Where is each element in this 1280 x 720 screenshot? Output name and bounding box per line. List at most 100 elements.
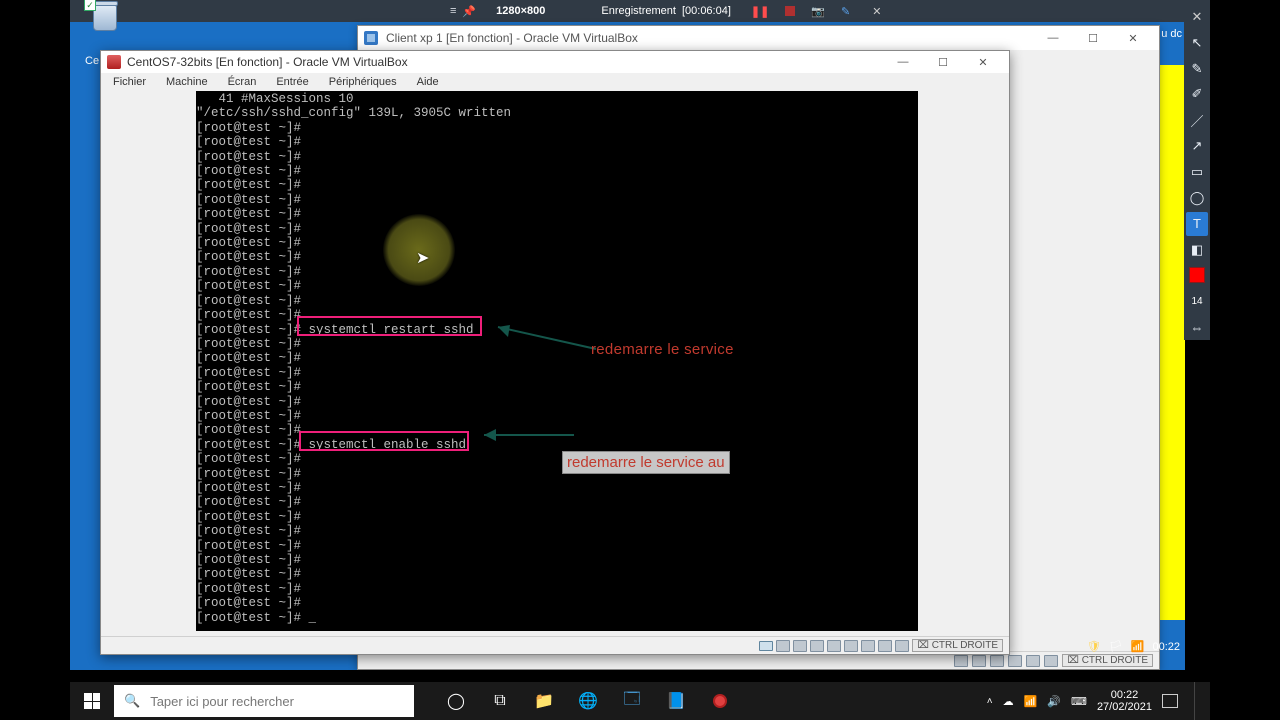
- display-icon: [861, 640, 875, 652]
- status-icon: [1044, 655, 1058, 667]
- minimize-button[interactable]: —: [1033, 27, 1073, 49]
- host-key-indicator: ⌧ CTRL DROITE: [1062, 654, 1153, 667]
- minimize-button[interactable]: —: [883, 51, 923, 73]
- notifications-icon[interactable]: [1162, 694, 1178, 708]
- cpu-icon: [895, 640, 909, 652]
- desktop-icon-partial: Ce: [85, 55, 99, 67]
- maximize-button[interactable]: ☐: [923, 51, 963, 73]
- search-box[interactable]: 🔍 Taper ici pour rechercher: [114, 685, 414, 717]
- clock-label: 00:22: [1152, 641, 1180, 653]
- cortana-icon[interactable]: ◯: [434, 682, 478, 720]
- rectangle-tool-icon[interactable]: ▭: [1186, 160, 1208, 184]
- virtualbox-window-centos[interactable]: CentOS7-32bits [En fonction] - Oracle VM…: [100, 50, 1010, 655]
- close-button[interactable]: ✕: [963, 51, 1003, 73]
- text-tool-icon[interactable]: T: [1186, 212, 1208, 236]
- window-title: Client xp 1 [En fonction] - Oracle VM Vi…: [386, 31, 638, 45]
- recording-label: Enregistrement: [601, 5, 676, 17]
- file-explorer-icon[interactable]: 📁: [522, 682, 566, 720]
- clock[interactable]: 00:22 27/02/2021: [1097, 689, 1152, 713]
- stop-icon[interactable]: [785, 6, 795, 16]
- screen-recorder-bar: ≡ 📌 1280×800 Enregistrement [00:06:04] ❚…: [70, 0, 1186, 22]
- guest-tray: 🛡 🏳 📶 00:22: [1087, 640, 1180, 653]
- annotation-text-1: redemarre le service: [591, 341, 734, 358]
- color-swatch[interactable]: [1186, 263, 1208, 287]
- status-icon: [1026, 655, 1040, 667]
- menu-machine[interactable]: Machine: [158, 75, 216, 89]
- status-icon: [972, 655, 986, 667]
- arrow-icon: [474, 421, 584, 451]
- app-icon[interactable]: 📘: [654, 682, 698, 720]
- pen-tool-icon[interactable]: ✎: [1186, 57, 1208, 81]
- task-view-icon[interactable]: ⧉: [478, 682, 522, 720]
- audio-icon: [793, 640, 807, 652]
- search-icon: 🔍: [124, 693, 140, 709]
- windows-logo-icon: [84, 693, 100, 709]
- ellipse-tool-icon[interactable]: ◯: [1186, 186, 1208, 210]
- terminal[interactable]: 41 #MaxSessions 10 "/etc/ssh/sshd_config…: [196, 91, 918, 631]
- vm-menubar[interactable]: Fichier Machine Écran Entrée Périphériqu…: [101, 73, 1009, 91]
- expand-tool-icon[interactable]: ⇔: [1186, 315, 1208, 339]
- virtualbox-icon: [107, 55, 121, 69]
- annotation-box-cmd2: [299, 431, 469, 451]
- tool-close-icon[interactable]: ✕: [1186, 5, 1208, 29]
- eraser-tool-icon[interactable]: ◧: [1186, 238, 1208, 262]
- cursor-icon: ➤: [416, 248, 429, 268]
- status-icon: [1008, 655, 1022, 667]
- flag-icon: 🏳: [1109, 640, 1123, 653]
- windows-taskbar[interactable]: 🔍 Taper ici pour rechercher ◯ ⧉ 📁 🌐 🗔 📘 …: [70, 682, 1210, 720]
- highlighter-tool-icon[interactable]: ✐: [1186, 83, 1208, 107]
- arrow-tool-icon[interactable]: ↗: [1186, 134, 1208, 158]
- titlebar[interactable]: CentOS7-32bits [En fonction] - Oracle VM…: [101, 51, 1009, 73]
- resolution-label: 1280×800: [496, 5, 545, 17]
- recycle-bin-icon[interactable]: ✓: [90, 5, 120, 43]
- titlebar[interactable]: Client xp 1 [En fonction] - Oracle VM Vi…: [358, 26, 1159, 50]
- line-tool-icon[interactable]: ／: [1186, 108, 1208, 132]
- maximize-button[interactable]: ☐: [1073, 27, 1113, 49]
- vm-status-bar: ⌧ CTRL DROITE: [101, 636, 1009, 654]
- menu-help[interactable]: Aide: [409, 75, 447, 89]
- status-icon: [990, 655, 1004, 667]
- annotation-box-cmd1: [297, 316, 482, 336]
- network-icon: 📶: [1131, 640, 1145, 653]
- menu-input[interactable]: Entrée: [268, 75, 316, 89]
- network-icon[interactable]: 📶: [1024, 695, 1038, 708]
- language-icon[interactable]: ⌨: [1071, 695, 1087, 708]
- hamburger-icon[interactable]: ≡: [450, 5, 456, 17]
- desktop-icon-partial-right: u dc: [1161, 28, 1182, 40]
- arrow-icon: [486, 321, 606, 361]
- close-button[interactable]: ✕: [1113, 27, 1153, 49]
- pin-icon[interactable]: 📌: [462, 5, 476, 18]
- close-icon[interactable]: ✕: [872, 5, 881, 18]
- hard-disk-icon: [759, 641, 773, 651]
- pause-icon[interactable]: ❚❚: [751, 5, 769, 18]
- browser-icon[interactable]: 🌐: [566, 682, 610, 720]
- search-placeholder: Taper ici pour rechercher: [150, 694, 294, 709]
- draw-icon[interactable]: ✎: [841, 5, 850, 18]
- optical-icon: [776, 640, 790, 652]
- menu-devices[interactable]: Périphériques: [321, 75, 405, 89]
- system-tray[interactable]: ˄ ☁ 📶 🔊 ⌨ 00:22 27/02/2021: [987, 682, 1210, 720]
- tray-overflow-icon[interactable]: ˄: [987, 696, 993, 707]
- cursor-tool-icon[interactable]: ↖: [1186, 31, 1208, 55]
- host-key-indicator: ⌧ CTRL DROITE: [912, 639, 1003, 652]
- sound-icon[interactable]: 🔊: [1047, 695, 1061, 708]
- recorder-app-icon[interactable]: [698, 682, 742, 720]
- size-value[interactable]: 14: [1186, 289, 1208, 313]
- screenshot-icon[interactable]: 📷: [811, 5, 825, 18]
- annotation-text-2: redemarre le service au: [562, 451, 730, 474]
- start-button[interactable]: [70, 682, 114, 720]
- show-desktop-button[interactable]: [1194, 682, 1200, 720]
- app-icon[interactable]: 🗔: [610, 682, 654, 720]
- recording-icon: [878, 640, 892, 652]
- onedrive-icon[interactable]: ☁: [1003, 695, 1014, 708]
- time-label: 00:22: [1097, 689, 1152, 701]
- menu-file[interactable]: Fichier: [105, 75, 154, 89]
- virtualbox-icon: [364, 31, 378, 45]
- menu-screen[interactable]: Écran: [220, 75, 265, 89]
- status-icon: [954, 655, 968, 667]
- network-icon: [810, 640, 824, 652]
- annotation-toolbar[interactable]: ✕ ↖ ✎ ✐ ／ ↗ ▭ ◯ T ◧ 14 ⇔: [1184, 0, 1210, 340]
- date-label: 27/02/2021: [1097, 701, 1152, 713]
- recording-time: [00:06:04]: [682, 5, 731, 17]
- shield-icon: 🛡: [1087, 640, 1101, 653]
